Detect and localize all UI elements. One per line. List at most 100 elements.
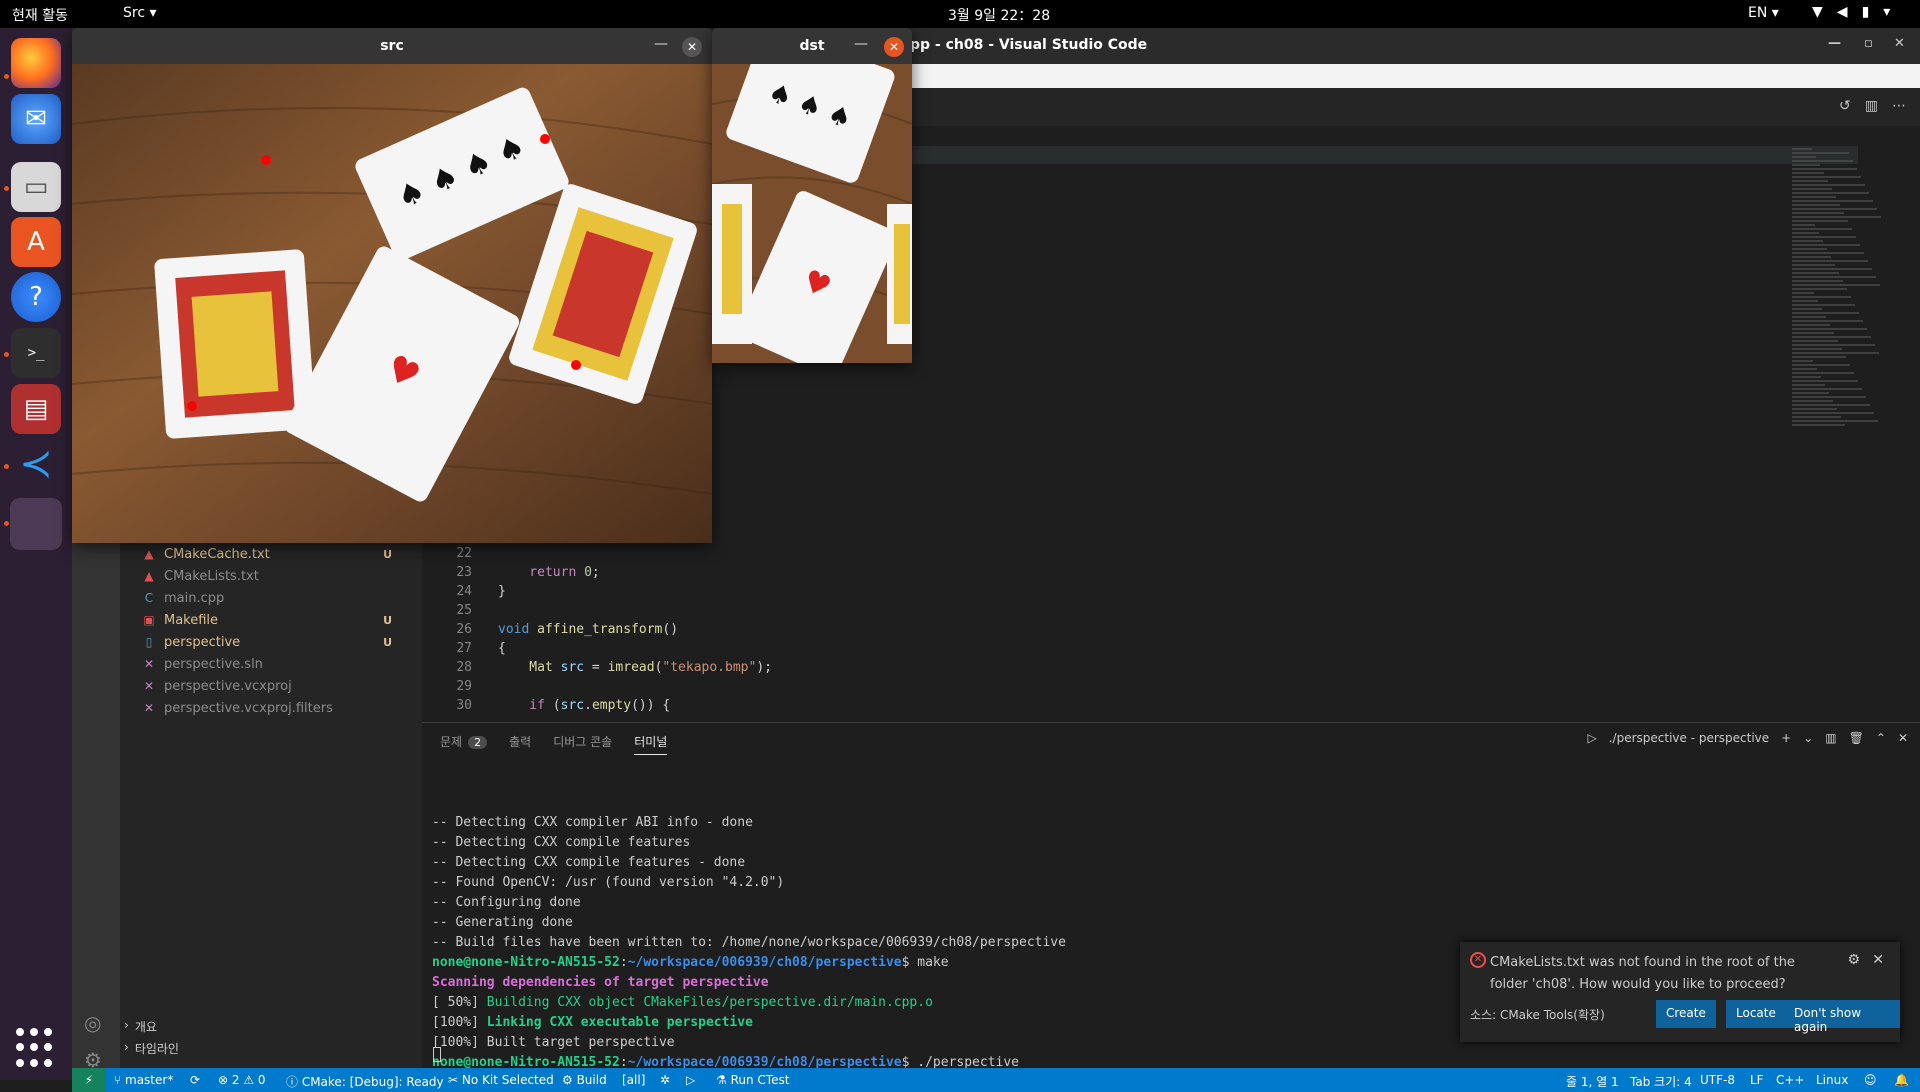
code-line[interactable]: 25 xyxy=(422,603,1222,622)
files-icon[interactable]: ▭ xyxy=(11,162,61,212)
tab-label: 문제 xyxy=(440,735,463,749)
app-menu[interactable]: Src ▾ xyxy=(123,5,157,21)
terminal-selector[interactable]: ./perspective - perspective xyxy=(1609,731,1769,745)
minimap-line xyxy=(1792,392,1829,394)
thunderbird-icon[interactable]: ✉ xyxy=(11,94,61,144)
debug-icon[interactable]: ✲ xyxy=(660,1073,670,1087)
close-icon[interactable]: ✕ xyxy=(1872,952,1884,968)
minimap-line xyxy=(1792,260,1868,262)
create-button[interactable]: Create xyxy=(1656,1000,1716,1028)
window-title: src xyxy=(72,28,712,64)
close-icon[interactable]: ✕ xyxy=(1894,36,1905,51)
git-badge: U xyxy=(383,613,392,627)
notification-toast: ✕ CMakeLists.txt was not found in the ro… xyxy=(1460,942,1900,1042)
terminal-icon[interactable]: >_ xyxy=(11,328,61,378)
split-editor-icon[interactable]: ▥ xyxy=(1865,98,1878,114)
minimap-line xyxy=(1792,324,1830,326)
history-icon[interactable]: ↺ xyxy=(1839,98,1851,114)
build-button[interactable]: ⚙ Build xyxy=(562,1073,607,1087)
input-language[interactable]: EN ▾ xyxy=(1748,5,1779,21)
cmake-status[interactable]: ⓘ CMake: [Debug]: Ready xyxy=(286,1073,444,1090)
tab-terminal[interactable]: 터미널 xyxy=(634,733,668,755)
active-app-icon[interactable] xyxy=(10,498,62,550)
feedback-icon[interactable]: ☺ xyxy=(1864,1073,1877,1087)
status-bar: ⚡ ⑂ master* ⟳ ⊗ 2 ⚠ 0 ⓘ CMake: [Debug]: … xyxy=(72,1068,1920,1092)
dst-image[interactable]: ♠ ♠ ♠ ♥ xyxy=(712,64,912,363)
vscode-icon[interactable]: ≺ xyxy=(11,439,61,489)
clock[interactable]: 3월 9일 22：28 xyxy=(948,5,1050,25)
minimize-icon[interactable]: — xyxy=(854,36,868,52)
file-item[interactable]: ▲ CMakeCache.txt U xyxy=(142,543,402,565)
help-icon[interactable]: ? xyxy=(11,272,61,322)
code-line[interactable]: 29 xyxy=(422,679,1222,698)
minimap[interactable] xyxy=(1792,146,1902,516)
terminal-line: Scanning dependencies of target perspect… xyxy=(432,975,769,990)
terminal-cursor[interactable] xyxy=(433,1044,441,1063)
notifications-icon[interactable]: 🔔 xyxy=(1894,1073,1909,1087)
file-item[interactable]: ✕ perspective.vcxproj.filters xyxy=(142,697,402,719)
tab-problems[interactable]: 문제 2 xyxy=(440,733,488,755)
close-icon[interactable]: ✕ xyxy=(884,37,904,57)
minimap-line xyxy=(1792,316,1826,318)
line-number: 23 xyxy=(456,565,472,580)
maximize-icon[interactable]: ▫ xyxy=(1864,36,1873,51)
code-line[interactable]: 24} xyxy=(422,584,1222,603)
new-terminal-icon[interactable]: + xyxy=(1781,731,1791,745)
file-item[interactable]: ✕ perspective.sln xyxy=(142,653,402,675)
file-item[interactable]: ▣ Makefile U xyxy=(142,609,402,631)
code-line[interactable]: 30 if (src.empty()) { xyxy=(422,698,1222,717)
timeline-section[interactable]: › 타임라인 xyxy=(124,1040,179,1057)
dst-image-window[interactable]: dst — ✕ ♠ ♠ ♠ ♥ xyxy=(712,28,912,363)
tab-debug-console[interactable]: 디버그 콘솔 xyxy=(553,733,612,755)
trash-icon[interactable]: 🗑 xyxy=(1849,731,1864,745)
code-line[interactable]: 26 void affine_transform() xyxy=(422,622,1222,641)
language-mode[interactable]: C++ xyxy=(1776,1073,1805,1087)
chevron-down-icon[interactable]: ⌄ xyxy=(1803,731,1813,745)
show-applications-icon[interactable] xyxy=(16,1028,56,1068)
locate-button[interactable]: Locate xyxy=(1726,1000,1786,1028)
close-panel-icon[interactable]: ✕ xyxy=(1898,731,1908,745)
file-item[interactable]: ▲ CMakeLists.txt xyxy=(142,565,402,587)
problems-status[interactable]: ⊗ 2 ⚠ 0 xyxy=(218,1073,266,1087)
code-line[interactable]: 23 return 0; xyxy=(422,565,1222,584)
kit-status[interactable]: ✂ No Kit Selected xyxy=(448,1073,554,1087)
file-item[interactable]: ▯ perspective U xyxy=(142,631,402,653)
minimize-icon[interactable]: — xyxy=(654,36,668,52)
system-tray[interactable]: ▼ ◀ ▮ ▾ xyxy=(1812,4,1890,20)
file-item[interactable]: ✕ perspective.vcxproj xyxy=(142,675,402,697)
dont-show-again-button[interactable]: Don't show again xyxy=(1784,1000,1900,1034)
minimize-icon[interactable]: — xyxy=(1828,36,1841,51)
line-number: 27 xyxy=(456,641,472,656)
tab-output[interactable]: 출력 xyxy=(509,733,531,755)
cursor-position[interactable]: 줄 1, 열 1 xyxy=(1566,1073,1619,1090)
app-icon[interactable]: ▤ xyxy=(11,384,61,434)
close-icon[interactable]: ✕ xyxy=(682,37,702,57)
code-line[interactable]: 27 { xyxy=(422,641,1222,660)
git-branch[interactable]: ⑂ master* xyxy=(114,1073,173,1087)
panel-tabs: 문제 2 출력 디버그 콘솔 터미널 xyxy=(440,733,668,755)
minimap-line xyxy=(1792,424,1845,426)
software-icon[interactable]: A xyxy=(11,217,61,267)
file-item[interactable]: C main.cpp xyxy=(142,587,402,609)
more-actions-icon[interactable]: ⋯ xyxy=(1892,98,1906,114)
code-line[interactable]: 22 xyxy=(422,546,1222,565)
end-of-line[interactable]: LF xyxy=(1750,1073,1764,1087)
remote-icon[interactable]: ⚡ xyxy=(72,1068,106,1092)
sync-icon[interactable]: ⟳ xyxy=(190,1073,200,1087)
ctest-button[interactable]: ⚗ Run CTest xyxy=(716,1073,789,1087)
encoding[interactable]: UTF-8 xyxy=(1700,1073,1735,1087)
account-icon[interactable]: ◎ xyxy=(84,1011,101,1035)
gear-icon[interactable]: ⚙ xyxy=(1847,952,1860,968)
tab-size[interactable]: Tab 크기: 4 xyxy=(1630,1073,1692,1090)
src-image[interactable]: ♠ ♠ ♠ ♠ ♥ xyxy=(72,64,712,543)
split-terminal-icon[interactable]: ▥ xyxy=(1825,731,1836,745)
run-icon[interactable]: ▷ xyxy=(686,1073,695,1087)
activities-button[interactable]: 현재 활동 xyxy=(12,5,68,25)
src-image-window[interactable]: src — ✕ ♠ ♠ ♠ ♠ ♥ xyxy=(72,28,712,543)
code-line[interactable]: 28 Mat src = imread("tekapo.bmp"); xyxy=(422,660,1222,679)
outline-section[interactable]: › 개요 xyxy=(124,1018,157,1035)
maximize-panel-icon[interactable]: ⌃ xyxy=(1876,731,1886,745)
os-indicator[interactable]: Linux xyxy=(1816,1073,1848,1087)
build-target[interactable]: [all] xyxy=(622,1073,645,1087)
firefox-icon[interactable] xyxy=(11,38,61,88)
